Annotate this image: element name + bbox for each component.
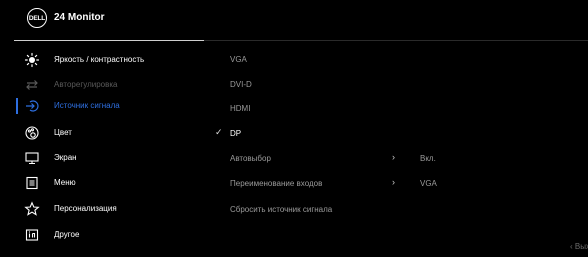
auto-adjust-icon xyxy=(26,80,38,90)
chevron-right-icon: › xyxy=(392,152,395,162)
menu-item-label: Меню xyxy=(54,178,76,187)
menu-item-color[interactable]: Цвет xyxy=(24,125,214,141)
option-rename-inputs[interactable]: Переименование входов xyxy=(230,179,322,188)
header-divider xyxy=(204,40,588,41)
check-icon: ✓ xyxy=(215,127,223,137)
option-hdmi[interactable]: HDMI xyxy=(230,104,250,113)
menu-item-personalize[interactable]: Персонализация xyxy=(24,201,214,217)
color-icon xyxy=(25,126,39,140)
exit-button[interactable]: ‹ Выход xyxy=(570,242,588,251)
chevron-right-icon: › xyxy=(392,177,395,187)
menu-item-input-source[interactable]: Источник сигнала xyxy=(24,98,214,114)
menu-item-display[interactable]: Экран xyxy=(24,150,214,166)
menu-item-auto-adjust[interactable]: Авторегулировка xyxy=(24,77,214,93)
option-dp[interactable]: DP xyxy=(230,129,241,138)
option-vga[interactable]: VGA xyxy=(230,55,247,64)
info-icon xyxy=(25,229,39,241)
menu-item-brightness-contrast[interactable]: Яркость / контрастность xyxy=(24,52,214,68)
menu-icon xyxy=(26,176,38,190)
rename-inputs-value: VGA xyxy=(420,179,437,188)
menu-item-label: Экран xyxy=(54,153,77,162)
logo-text: DELL xyxy=(28,14,46,22)
menu-item-label: Яркость / контрастность xyxy=(54,55,145,64)
dell-logo: DELL xyxy=(27,8,47,28)
option-reset-input-source[interactable]: Сбросить источник сигнала xyxy=(230,205,332,214)
menu-item-other[interactable]: Другое xyxy=(24,227,214,243)
menu-item-label: Источник сигнала xyxy=(54,101,120,110)
osd-header: DELL 24 Monitor xyxy=(0,0,588,40)
input-source-icon xyxy=(26,100,39,112)
header-divider-highlight xyxy=(14,40,204,41)
auto-select-value: Вкл. xyxy=(420,154,436,163)
option-dvi-d[interactable]: DVI-D xyxy=(230,80,252,89)
active-item-indicator xyxy=(16,98,18,114)
menu-item-label: Авторегулировка xyxy=(54,80,118,89)
menu-item-menu[interactable]: Меню xyxy=(24,175,214,191)
menu-item-label: Другое xyxy=(54,230,80,239)
menu-item-label: Цвет xyxy=(54,128,72,137)
display-icon xyxy=(25,152,39,165)
monitor-title: 24 Monitor xyxy=(54,12,105,23)
star-icon xyxy=(24,201,40,216)
menu-item-label: Персонализация xyxy=(54,204,117,213)
option-auto-select[interactable]: Автовыбор xyxy=(230,154,271,163)
brightness-icon xyxy=(24,52,40,68)
